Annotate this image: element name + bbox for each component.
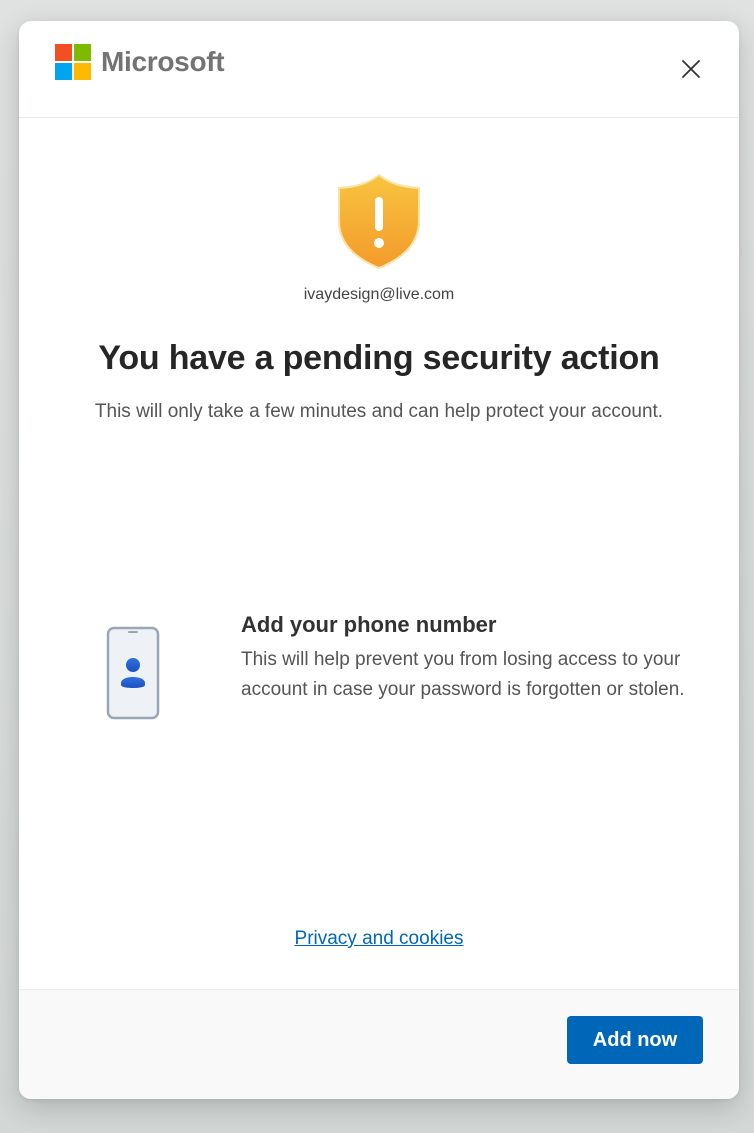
- brand-name: Microsoft: [101, 46, 225, 77]
- microsoft-logo: Microsoft: [55, 44, 225, 80]
- close-button[interactable]: [673, 51, 709, 87]
- add-now-button[interactable]: Add now: [567, 1016, 703, 1064]
- privacy-link-container: Privacy and cookies: [19, 928, 739, 950]
- privacy-link[interactable]: Privacy and cookies: [295, 928, 464, 949]
- dialog-header: Microsoft: [19, 21, 739, 118]
- action-description: This will help prevent you from losing a…: [241, 649, 685, 700]
- action-title: Add your phone number: [241, 612, 497, 637]
- page-title: You have a pending security action: [98, 339, 660, 377]
- page-subtitle: This will only take a few minutes and ca…: [94, 401, 664, 422]
- microsoft-logo-icon: [55, 44, 91, 80]
- phone-person-icon: [106, 626, 160, 720]
- security-dialog: Microsoft ivaydesign@live.com You have a…: [19, 21, 739, 1099]
- dialog-footer: Add now: [19, 989, 739, 1099]
- warning-shield-icon: [338, 173, 420, 270]
- close-icon: [682, 60, 700, 78]
- account-email: ivaydesign@live.com: [303, 286, 455, 303]
